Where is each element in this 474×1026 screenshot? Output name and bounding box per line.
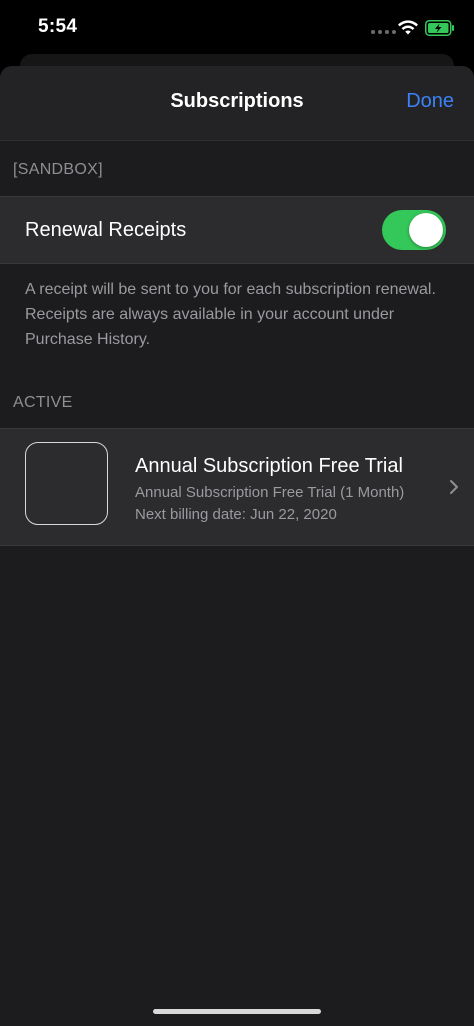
home-indicator[interactable] xyxy=(153,1009,321,1014)
nav-bar: Subscriptions Done xyxy=(0,66,474,141)
page-title: Subscriptions xyxy=(170,90,304,112)
subscriptions-sheet: Subscriptions Done [SANDBOX] Renewal Rec… xyxy=(0,66,474,1026)
subscription-row[interactable]: Annual Subscription Free Trial Annual Su… xyxy=(0,428,474,546)
subscription-title: Annual Subscription Free Trial xyxy=(135,455,403,477)
sandbox-section-header: [SANDBOX] xyxy=(13,161,103,178)
status-bar: 5:54 xyxy=(0,0,474,56)
subscription-billing-date: Next billing date: Jun 22, 2020 xyxy=(135,506,337,523)
status-time: 5:54 xyxy=(38,16,78,37)
renewal-receipts-description: A receipt will be sent to you for each s… xyxy=(25,281,436,348)
screen: 5:54 Subscriptions Done [SANDBOX] Renewa… xyxy=(0,0,474,1026)
battery-charging-icon xyxy=(425,20,454,36)
subscription-artwork xyxy=(25,442,108,525)
renewal-receipts-toggle[interactable] xyxy=(382,210,446,250)
active-section-header: ACTIVE xyxy=(13,394,73,411)
renewal-receipts-label: Renewal Receipts xyxy=(25,219,187,241)
cellular-signal-icon xyxy=(371,30,396,34)
chevron-right-icon xyxy=(450,480,458,494)
wifi-icon xyxy=(398,20,418,35)
subscription-plan: Annual Subscription Free Trial (1 Month) xyxy=(135,484,405,501)
done-button[interactable]: Done xyxy=(406,90,454,113)
renewal-receipts-row: Renewal Receipts xyxy=(0,196,474,264)
toggle-knob xyxy=(409,213,443,247)
